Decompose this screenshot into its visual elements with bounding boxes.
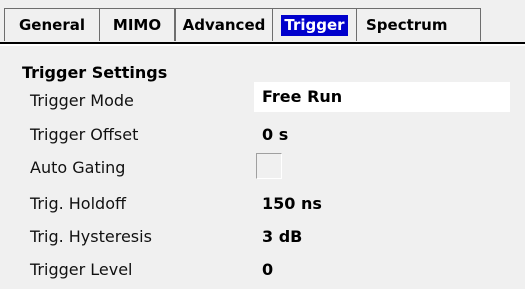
auto-gating-label: Auto Gating [30, 158, 126, 177]
tab-trigger[interactable]: Trigger [272, 8, 357, 41]
trigger-level-value[interactable]: 0 [262, 260, 273, 279]
trigger-mode-label: Trigger Mode [30, 91, 134, 110]
tab-advanced-label: Advanced [182, 15, 266, 34]
tab-general-label: General [19, 15, 85, 34]
trigger-offset-value[interactable]: 0 s [262, 125, 288, 144]
section-title: Trigger Settings [22, 63, 168, 82]
trigger-settings-panel: Trigger Settings Trigger Mode Free Run T… [0, 46, 525, 289]
tab-mimo-label: MIMO [112, 15, 162, 34]
trig-hysteresis-value[interactable]: 3 dB [262, 227, 302, 246]
tab-bar: General MIMO Advanced Trigger Spectrum [0, 0, 525, 44]
trig-holdoff-value[interactable]: 150 ns [262, 194, 322, 213]
tab-advanced[interactable]: Advanced [175, 8, 273, 41]
trigger-offset-label: Trigger Offset [30, 125, 139, 144]
tab-mimo[interactable]: MIMO [99, 8, 175, 41]
trig-holdoff-label: Trig. Holdoff [30, 194, 127, 213]
trigger-mode-field[interactable]: Free Run [254, 82, 510, 112]
tab-spectrum[interactable]: Spectrum [356, 8, 481, 41]
auto-gating-checkbox[interactable] [256, 153, 282, 179]
tab-trigger-label: Trigger [281, 14, 348, 36]
trigger-level-label: Trigger Level [30, 260, 133, 279]
tab-general[interactable]: General [4, 8, 100, 41]
trigger-mode-value: Free Run [262, 87, 343, 106]
tab-spectrum-label: Spectrum [366, 15, 448, 34]
trig-hysteresis-label: Trig. Hysteresis [30, 227, 152, 246]
